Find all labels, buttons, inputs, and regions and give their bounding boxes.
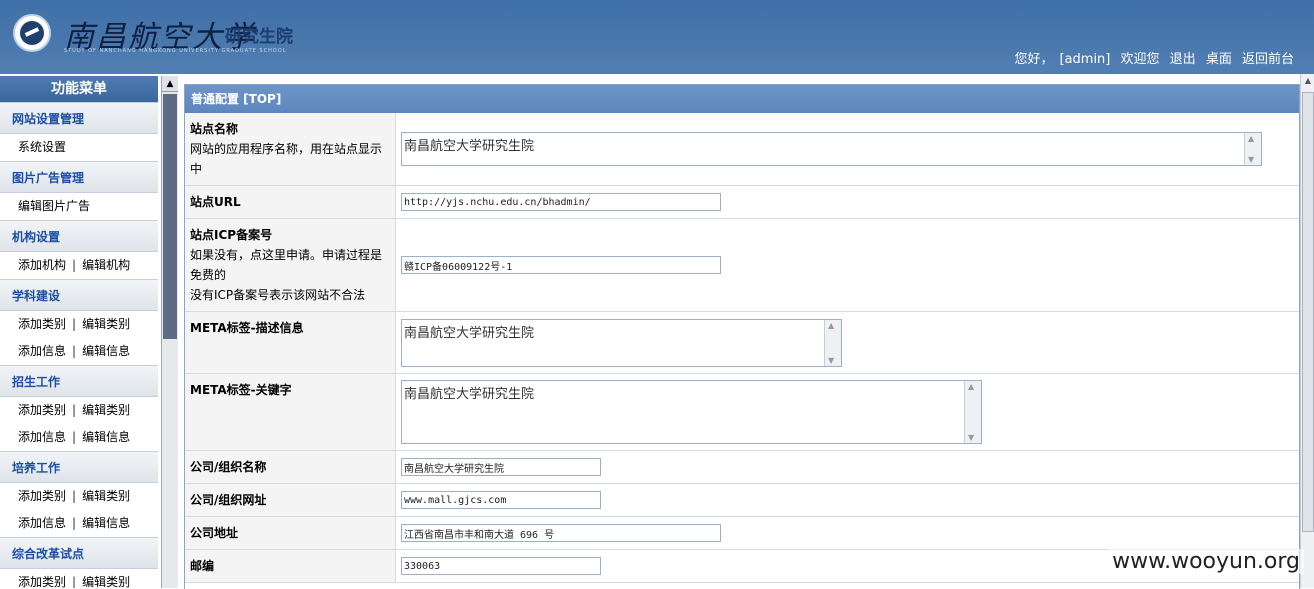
main-panel: 普通配置 [TOP] 站点名称 网站的应用程序名称，用在站点显示中 南昌航空大学研… [184,84,1300,589]
sidebar: 功能菜单 网站设置管理 系统设置 图片广告管理 编辑图片广告 机构设置 添加机构… [0,76,158,588]
sidebar-group-site[interactable]: 网站设置管理 [0,102,158,134]
separator: | [72,258,77,272]
username: [admin] [1059,52,1111,67]
field-label: 站点ICP备案号 如果没有，点这里申请。申请过程是免费的 没有ICP备案号表示该网站… [185,218,396,312]
header: 南昌航空大学 研究生院 STUDY OF NANCHANG HANGKONG U… [0,0,1314,74]
sidebar-title: 功能菜单 [0,76,158,102]
icp-input[interactable] [401,256,721,274]
sidebar-link[interactable]: 系统设置 [18,140,66,154]
separator: | [72,403,77,417]
sidebar-row: 系统设置 [0,134,158,161]
top-nav: 您好， [admin] 欢迎您 退出 桌面 返回前台 [1008,48,1294,67]
sidebar-link[interactable]: 添加类别 [18,403,66,417]
page-scrollbar[interactable]: ▲ [1300,74,1314,588]
sidebar-link[interactable]: 添加类别 [18,575,66,588]
form-row: 站点URL [185,185,1299,219]
separator: | [72,344,77,358]
sidebar-link[interactable]: 添加信息 [18,344,66,358]
form-row: META标签-关键字 南昌航空大学研究生院 [185,373,1299,451]
logo-subtitle: 研究生院 [225,27,293,47]
sidebar-group-org[interactable]: 机构设置 [0,220,158,252]
field-label: 站点名称 网站的应用程序名称，用在站点显示中 [185,113,396,186]
separator: | [72,317,77,331]
sidebar-row: 添加类别 | 编辑类别 [0,397,158,424]
separator: | [72,430,77,444]
field-label: 公司/组织名称 [185,450,396,484]
meta-desc-textarea[interactable]: 南昌航空大学研究生院 [401,318,842,367]
field-label: META标签-关键字 [185,373,396,451]
separator: | [72,489,77,503]
greeting: 您好， [1014,52,1054,67]
sidebar-group-reform[interactable]: 综合改革试点 [0,537,158,569]
field-label: META标签-描述信息 [185,311,396,374]
sidebar-link[interactable]: 添加信息 [18,430,66,444]
sidebar-link[interactable]: 编辑信息 [82,516,130,530]
sidebar-scrollbar[interactable]: ▲ [161,76,178,588]
config-form: 站点名称网站的应用程序名称，用在站点显示中 南昌航空大学研究生院 站点URL 站… [185,113,1299,583]
sidebar-link[interactable]: 编辑类别 [82,403,130,417]
field-label: 公司/组织网址 [185,483,396,517]
welcome-text: 欢迎您 [1120,52,1160,67]
sidebar-link[interactable]: 添加类别 [18,317,66,331]
sidebar-row: 添加信息 | 编辑信息 [0,424,158,451]
site-name-textarea[interactable]: 南昌航空大学研究生院 [401,132,1262,166]
section-title: 普通配置 [TOP] [185,85,1299,113]
org-url-input[interactable] [401,491,601,509]
separator: | [72,575,77,588]
sidebar-row: 添加类别 | 编辑类别 [0,311,158,338]
form-row: 公司地址 [185,516,1299,550]
scroll-up-icon[interactable]: ▲ [1301,74,1314,88]
sidebar-link[interactable]: 编辑类别 [82,575,130,588]
textarea-scrollbar[interactable] [1244,133,1261,165]
zip-input[interactable] [401,557,601,575]
sidebar-link[interactable]: 编辑机构 [82,258,130,272]
sidebar-link[interactable]: 编辑类别 [82,317,130,331]
address-input[interactable] [401,524,721,542]
textarea-scrollbar[interactable] [964,381,981,443]
logo-english: STUDY OF NANCHANG HANGKONG UNIVERSITY GR… [64,48,287,54]
meta-keywords-textarea[interactable]: 南昌航空大学研究生院 [401,380,982,444]
textarea-scrollbar[interactable] [824,319,841,366]
form-row: META标签-描述信息 南昌航空大学研究生院 [185,311,1299,374]
form-row: 公司/组织网址 [185,483,1299,517]
sidebar-row: 添加机构 | 编辑机构 [0,252,158,279]
sidebar-link[interactable]: 编辑类别 [82,489,130,503]
sidebar-group-ads[interactable]: 图片广告管理 [0,161,158,193]
sidebar-link[interactable]: 添加类别 [18,489,66,503]
sidebar-link[interactable]: 编辑图片广告 [18,199,90,213]
sidebar-link[interactable]: 编辑信息 [82,344,130,358]
sidebar-row: 添加类别 | 编辑类别 [0,483,158,510]
desktop-link[interactable]: 桌面 [1206,52,1232,67]
watermark: www.wooyun.org [1108,549,1304,574]
form-row: 公司/组织名称 [185,450,1299,484]
org-name-input[interactable] [401,458,601,476]
sidebar-group-discipline[interactable]: 学科建设 [0,279,158,311]
sidebar-group-training[interactable]: 培养工作 [0,451,158,483]
sidebar-row: 添加信息 | 编辑信息 [0,338,158,365]
scroll-thumb[interactable] [163,94,177,339]
sidebar-link[interactable]: 添加信息 [18,516,66,530]
separator: | [72,516,77,530]
field-label: 邮编 [185,549,396,583]
sidebar-row: 添加信息 | 编辑信息 [0,510,158,537]
university-logo-icon [13,14,51,52]
logout-link[interactable]: 退出 [1170,52,1196,67]
sidebar-link[interactable]: 添加机构 [18,258,66,272]
form-row: 站点ICP备案号 如果没有，点这里申请。申请过程是免费的 没有ICP备案号表示该网站… [185,218,1299,312]
front-link[interactable]: 返回前台 [1242,52,1294,67]
site-url-input[interactable] [401,193,721,211]
field-label: 站点URL [185,185,396,219]
sidebar-link[interactable]: 编辑信息 [82,430,130,444]
form-row: 站点名称 网站的应用程序名称，用在站点显示中 南昌航空大学研究生院 [185,113,1299,186]
scroll-thumb[interactable] [1302,92,1314,532]
sidebar-row: 编辑图片广告 [0,193,158,220]
sidebar-row: 添加类别 | 编辑类别 [0,569,158,588]
sidebar-group-admissions[interactable]: 招生工作 [0,365,158,397]
field-label: 公司地址 [185,516,396,550]
scroll-up-icon[interactable]: ▲ [162,76,178,92]
